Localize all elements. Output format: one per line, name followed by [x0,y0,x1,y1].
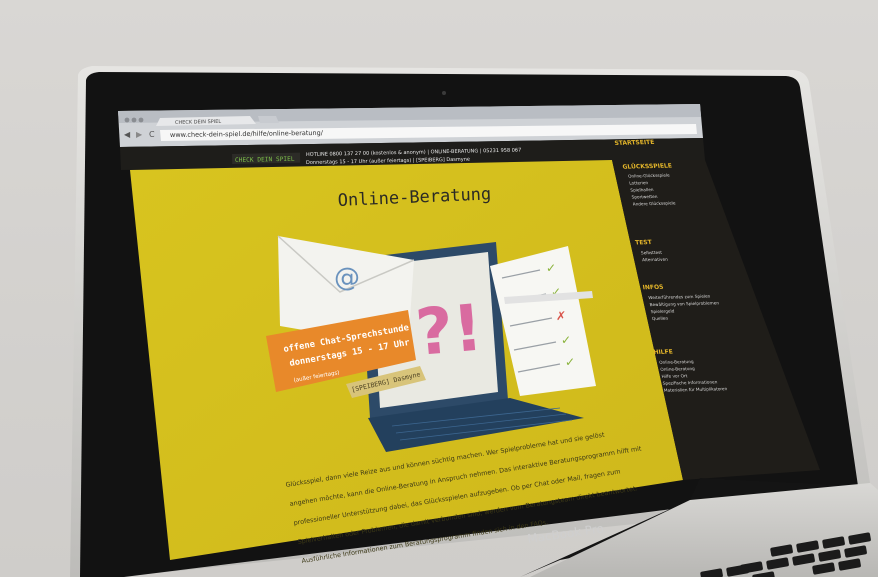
sidebar-item[interactable]: Quellen [652,316,669,321]
forward-arrow-icon[interactable]: ▶ [136,130,143,139]
sidebar-item[interactable]: Hilfe vor Ort [661,373,688,379]
check-mark-icon: ✓ [561,333,571,347]
sidebar-section-infos[interactable]: INFOS [642,284,664,291]
reload-icon[interactable]: C [149,130,155,139]
camera-dot [442,91,446,95]
sidebar-item[interactable]: Online-Beratung [660,366,695,372]
sidebar-section-test[interactable]: TEST [635,239,654,246]
sidebar-heading[interactable]: STARTSEITE [614,139,655,147]
site-logo-text: CHECK DEIN SPIEL [235,156,295,164]
maximize-dot-icon[interactable] [138,117,144,123]
close-dot-icon[interactable] [124,117,130,123]
nav-buttons: ◀ ▶ C [124,130,155,139]
check-mark-icon: ✓ [546,261,556,275]
sidebar-item[interactable]: Spielergeld [650,309,675,315]
sidebar-item[interactable]: Sportwetten [631,194,658,200]
sidebar-item[interactable]: Lotterien [629,180,649,185]
check-mark-icon: ✓ [565,355,575,369]
minimize-dot-icon[interactable] [131,117,137,123]
sidebar-item[interactable]: Online-Beratung [659,359,694,365]
window-controls[interactable] [124,117,144,123]
at-sign-icon: @ [334,263,360,293]
back-arrow-icon[interactable]: ◀ [124,130,131,139]
sidebar-section-hilfe[interactable]: HILFE [653,349,673,356]
sidebar-item[interactable]: Selbsttest [641,250,663,256]
photo: CHECK DEIN SPIEL ◀ ▶ C www.check-dein-sp… [0,0,878,577]
sidebar-item[interactable]: Alternativen [642,257,669,263]
cross-mark-icon: ✗ [556,309,566,323]
new-tab-button[interactable] [258,116,279,123]
question-exclamation-icon: ?! [413,291,486,370]
laptop-photo: CHECK DEIN SPIEL ◀ ▶ C www.check-dein-sp… [70,66,878,577]
sidebar-item[interactable]: Spielhallen [630,187,654,193]
browser-tab-title: CHECK DEIN SPIEL [175,119,222,126]
